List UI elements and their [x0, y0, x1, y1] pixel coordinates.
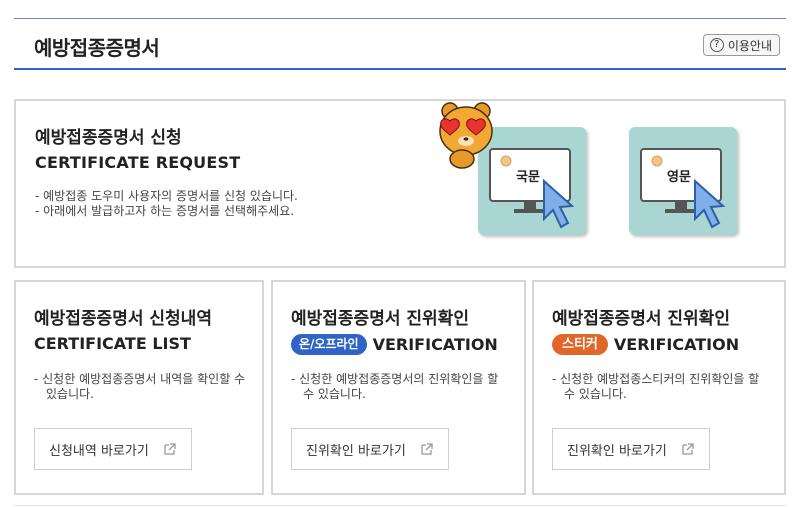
- page-title: 예방접종증명서: [34, 36, 160, 60]
- english-label: 영문: [667, 170, 691, 185]
- card-title: 예방접종증명서 진위확인: [291, 309, 469, 329]
- sticker-verification-link-button[interactable]: 진위확인 바로가기: [552, 428, 710, 470]
- card-subtitle: 스티커 VERIFICATION: [552, 334, 739, 355]
- card-description: - 신청한 예방접종증명서 내역을 확인할 수 있습니다.: [34, 372, 254, 402]
- card-subtitle-text: CERTIFICATE LIST: [34, 334, 191, 353]
- request-description: - 예방접종 도우미 사용자의 증명서를 신청 있습니다. - 아래에서 발급하…: [35, 189, 365, 219]
- sticker-badge: 스티커: [552, 334, 608, 355]
- question-circle-icon: ?: [709, 38, 724, 52]
- card-subtitle: 온/오프라인 VERIFICATION: [291, 334, 498, 355]
- certificate-list-link-button[interactable]: 신청내역 바로가기: [34, 428, 192, 470]
- help-label: 이용안내: [727, 38, 772, 53]
- page-header: 예방접종증명서 ? 이용안내: [14, 18, 786, 70]
- divider: [14, 505, 786, 506]
- button-label: 진위확인 바로가기: [306, 443, 406, 459]
- card-desc-line: - 신청한 예방접종증명서의 진위확인을 할 수 있습니다.: [291, 372, 499, 401]
- card-subtitle-text: VERIFICATION: [372, 335, 498, 354]
- external-link-icon: [682, 443, 694, 455]
- online-verification-card: 예방접종증명서 진위확인 온/오프라인 VERIFICATION - 신청한 예…: [271, 280, 526, 495]
- mascot-character-icon: [439, 102, 493, 169]
- online-offline-badge: 온/오프라인: [291, 334, 367, 355]
- external-link-icon: [421, 443, 433, 455]
- card-title: 예방접종증명서 진위확인: [552, 309, 730, 329]
- request-desc-line: - 아래에서 발급하고자 하는 증명서를 선택해주세요.: [35, 204, 295, 218]
- button-label: 진위확인 바로가기: [567, 443, 667, 459]
- card-subtitle-text: VERIFICATION: [613, 335, 740, 354]
- request-subtitle: CERTIFICATE REQUEST: [35, 153, 241, 172]
- request-title: 예방접종증명서 신청: [35, 128, 182, 148]
- card-title: 예방접종증명서 신청내역: [34, 309, 212, 329]
- external-link-icon: [164, 443, 176, 455]
- sticker-verification-card: 예방접종증명서 진위확인 스티커 VERIFICATION - 신청한 예방접종…: [532, 280, 786, 495]
- card-desc-line: - 신청한 예방접종스티커의 진위확인을 할 수 있습니다.: [552, 372, 760, 401]
- card-description: - 신청한 예방접종스티커의 진위확인을 할 수 있습니다.: [552, 372, 772, 402]
- verification-link-button[interactable]: 진위확인 바로가기: [291, 428, 449, 470]
- certificate-list-card: 예방접종증명서 신청내역 CERTIFICATE LIST - 신청한 예방접종…: [14, 280, 264, 495]
- request-desc-line: - 예방접종 도우미 사용자의 증명서를 신청 있습니다.: [35, 189, 298, 203]
- card-desc-line: - 신청한 예방접종증명서 내역을 확인할 수 있습니다.: [34, 372, 246, 401]
- certificate-request-panel: 예방접종증명서 신청 CERTIFICATE REQUEST - 예방접종 도우…: [14, 99, 786, 268]
- card-subtitle: CERTIFICATE LIST: [34, 334, 191, 353]
- help-button[interactable]: ? 이용안내: [702, 34, 780, 56]
- korean-label: 국문: [516, 170, 540, 185]
- card-description: - 신청한 예방접종증명서의 진위확인을 할 수 있습니다.: [291, 372, 511, 402]
- button-label: 신청내역 바로가기: [49, 443, 149, 459]
- english-certificate-button[interactable]: 영문: [629, 127, 737, 235]
